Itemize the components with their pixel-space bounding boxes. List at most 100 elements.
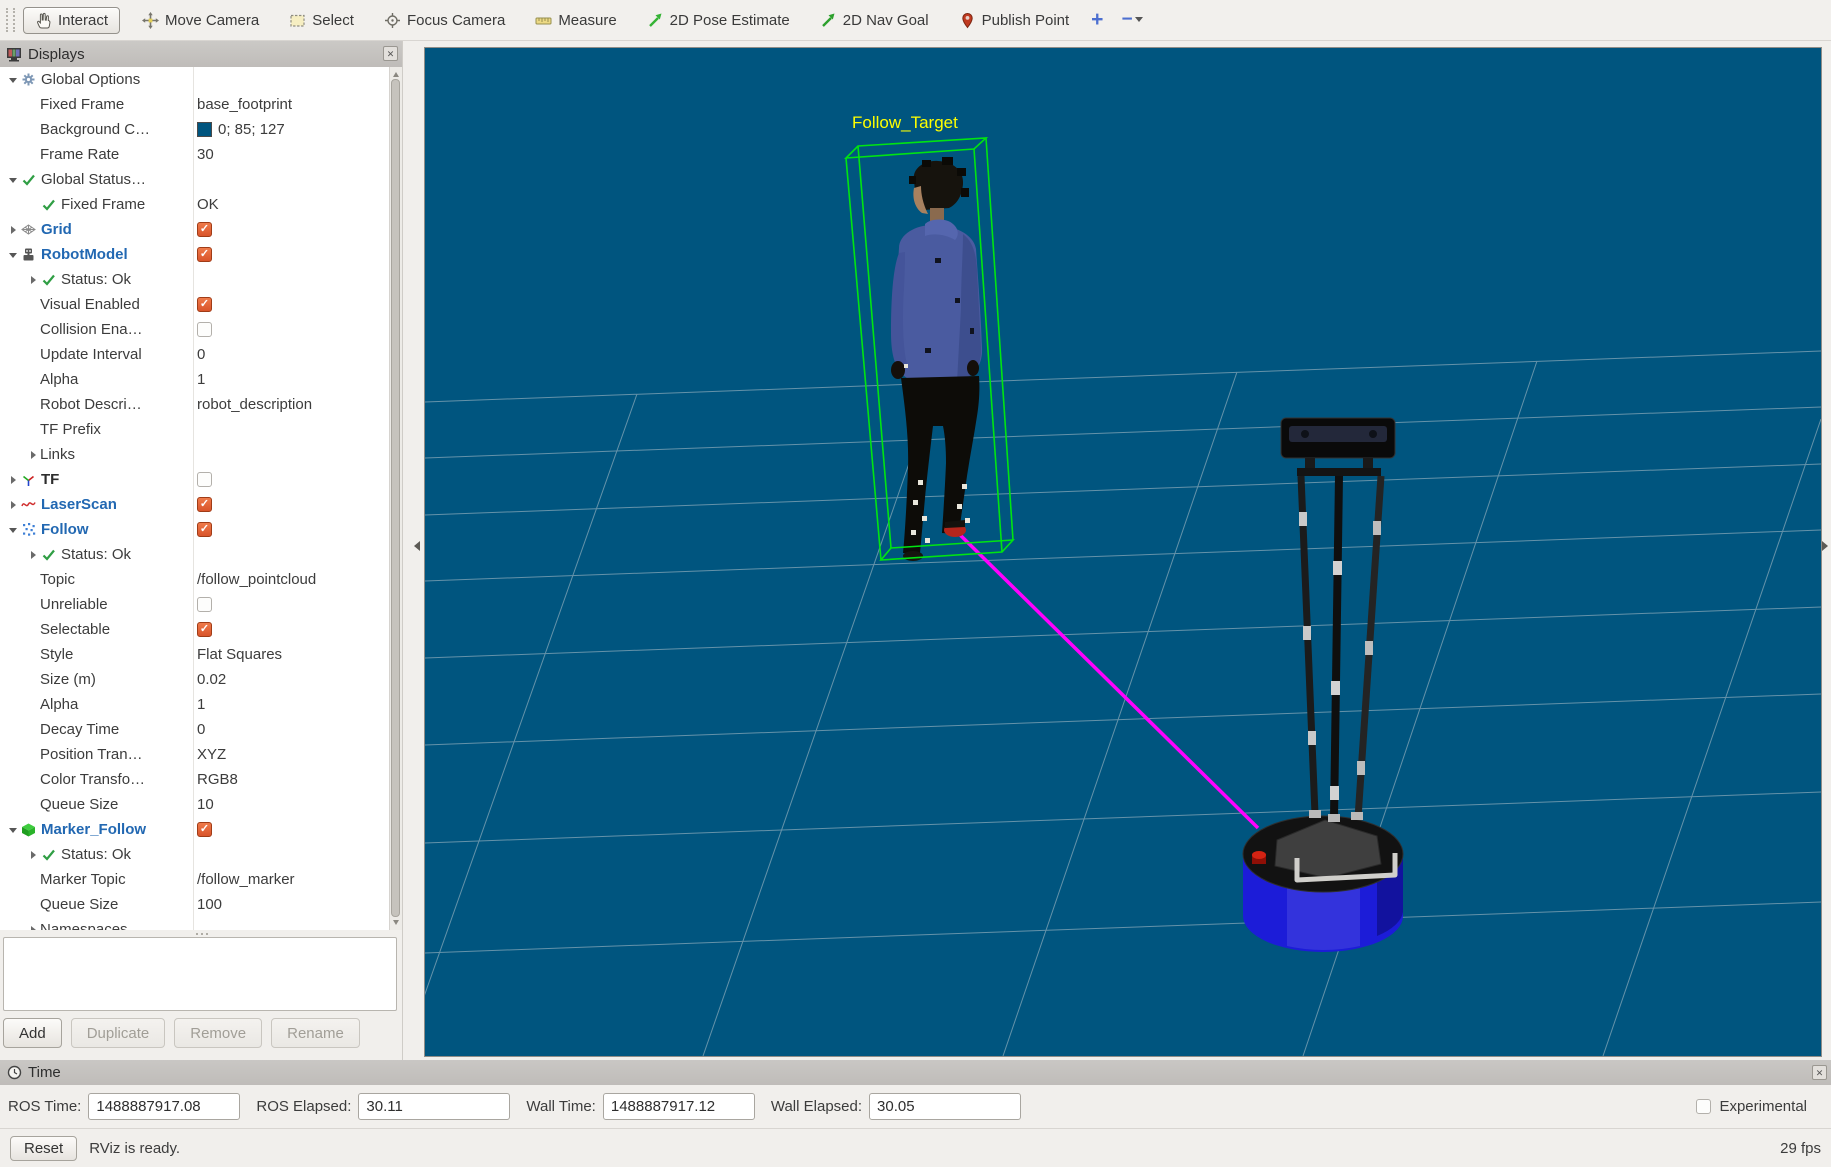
tree-row[interactable]: Queue Size 10 — [0, 792, 390, 817]
tree-row[interactable]: Marker_Follow ✓ — [0, 817, 390, 842]
property-value-cell[interactable]: ✓ — [197, 617, 390, 642]
close-icon[interactable]: ✕ — [1812, 1065, 1827, 1080]
enable-checkbox[interactable]: ✓ — [197, 622, 212, 637]
property-value-cell[interactable]: ✓ — [197, 817, 390, 842]
tool-2d-pose-estimate[interactable]: 2D Pose Estimate — [639, 8, 798, 33]
tree-row[interactable]: Alpha 1 — [0, 367, 390, 392]
expander-expanded-icon[interactable] — [6, 248, 20, 262]
reset-button[interactable]: Reset — [10, 1135, 78, 1161]
tree-row[interactable]: Fixed Frame OK — [0, 192, 390, 217]
property-value-cell[interactable]: OK — [197, 192, 390, 217]
property-value-cell[interactable] — [197, 417, 390, 442]
scroll-up-icon[interactable] — [393, 69, 399, 77]
remove-tool-button[interactable]: − — [1121, 10, 1143, 29]
tree-row[interactable]: Global Options — [0, 67, 390, 92]
property-value-cell[interactable]: 0 — [197, 342, 390, 367]
tool-select[interactable]: Select — [281, 8, 362, 33]
tool-2d-nav-goal[interactable]: 2D Nav Goal — [812, 8, 937, 33]
property-value-cell[interactable]: 30 — [197, 142, 390, 167]
property-value-cell[interactable]: /follow_marker — [197, 867, 390, 892]
enable-checkbox[interactable]: ✓ — [197, 497, 212, 512]
tree-row[interactable]: Follow ✓ — [0, 517, 390, 542]
property-value-cell[interactable]: 1 — [197, 692, 390, 717]
tool-publish-point[interactable]: Publish Point — [951, 8, 1078, 33]
tree-row[interactable]: Grid ✓ — [0, 217, 390, 242]
enable-checkbox[interactable]: ✓ — [197, 222, 212, 237]
property-value-cell[interactable]: 100 — [197, 892, 390, 917]
tree-row[interactable]: Visual Enabled ✓ — [0, 292, 390, 317]
property-value-cell[interactable]: ✓ — [197, 517, 390, 542]
property-value-cell[interactable] — [197, 167, 390, 192]
time-field-input[interactable] — [88, 1093, 241, 1120]
property-value-cell[interactable]: 0 — [197, 717, 390, 742]
property-value-cell[interactable] — [197, 917, 390, 930]
property-value-cell[interactable]: /follow_pointcloud — [197, 567, 390, 592]
time-field-input[interactable] — [602, 1093, 755, 1120]
tree-scrollbar[interactable] — [389, 67, 402, 930]
tree-row[interactable]: RobotModel ✓ — [0, 242, 390, 267]
collapse-left-arrow-icon[interactable] — [409, 541, 420, 551]
tree-row[interactable]: Frame Rate 30 — [0, 142, 390, 167]
tool-interact[interactable]: Interact — [23, 6, 121, 34]
expander-collapsed-icon[interactable] — [6, 476, 20, 484]
property-value-cell[interactable] — [197, 842, 390, 867]
property-value-cell[interactable] — [197, 267, 390, 292]
enable-checkbox[interactable] — [197, 472, 212, 487]
tree-row[interactable]: Selectable ✓ — [0, 617, 390, 642]
tree-row[interactable]: Unreliable — [0, 592, 390, 617]
right-splitter-gutter[interactable] — [1822, 47, 1831, 1055]
tree-row[interactable]: Robot Descri… robot_description — [0, 392, 390, 417]
expander-collapsed-icon[interactable] — [6, 501, 20, 509]
expander-expanded-icon[interactable] — [6, 73, 20, 87]
tree-row[interactable]: Queue Size 100 — [0, 892, 390, 917]
time-field-input[interactable] — [869, 1093, 1022, 1120]
tree-row[interactable]: Marker Topic/follow_marker — [0, 867, 390, 892]
tree-row[interactable]: Topic/follow_pointcloud — [0, 567, 390, 592]
left-splitter-gutter[interactable] — [403, 47, 424, 1055]
expander-expanded-icon[interactable] — [6, 823, 20, 837]
expander-collapsed-icon[interactable] — [26, 276, 40, 284]
tool-measure[interactable]: Measure — [527, 8, 624, 33]
tree-row[interactable]: LaserScan ✓ — [0, 492, 390, 517]
property-value-cell[interactable]: ✓ — [197, 292, 390, 317]
panel-splitter-handle[interactable] — [0, 930, 403, 937]
property-value-cell[interactable] — [197, 442, 390, 467]
property-value-cell[interactable]: ✓ — [197, 242, 390, 267]
enable-checkbox[interactable]: ✓ — [197, 297, 212, 312]
tree-row[interactable]: Color Transfo… RGB8 — [0, 767, 390, 792]
tree-row[interactable]: Style Flat Squares — [0, 642, 390, 667]
expander-collapsed-icon[interactable] — [26, 451, 40, 459]
property-value-cell[interactable] — [197, 467, 390, 492]
render-viewport[interactable]: Follow_Target — [402, 47, 1822, 1057]
property-value-cell[interactable]: XYZ — [197, 742, 390, 767]
tree-row[interactable]: Status: Ok — [0, 267, 390, 292]
enable-checkbox[interactable]: ✓ — [197, 822, 212, 837]
tree-row[interactable]: Collision Ena… — [0, 317, 390, 342]
tree-row[interactable]: Status: Ok — [0, 842, 390, 867]
property-value-cell[interactable]: ✓ — [197, 217, 390, 242]
tree-row[interactable]: Position Tran… XYZ — [0, 742, 390, 767]
property-value-cell[interactable]: RGB8 — [197, 767, 390, 792]
enable-checkbox[interactable]: ✓ — [197, 247, 212, 262]
add-button[interactable]: Add — [3, 1018, 62, 1048]
tree-row[interactable]: Status: Ok — [0, 542, 390, 567]
tree-row[interactable]: Update Interval 0 — [0, 342, 390, 367]
tool-focus-camera[interactable]: Focus Camera — [376, 8, 513, 33]
tree-row[interactable]: Decay Time 0 — [0, 717, 390, 742]
tree-row[interactable]: Global Status… — [0, 167, 390, 192]
expander-expanded-icon[interactable] — [6, 523, 20, 537]
enable-checkbox[interactable] — [197, 597, 212, 612]
collapse-right-arrow-icon[interactable] — [1822, 541, 1831, 551]
expander-expanded-icon[interactable] — [6, 173, 20, 187]
add-tool-button[interactable]: + — [1091, 9, 1103, 30]
expander-collapsed-icon[interactable] — [6, 226, 20, 234]
enable-checkbox[interactable]: ✓ — [197, 522, 212, 537]
scroll-down-icon[interactable] — [393, 920, 399, 928]
time-panel-header[interactable]: Time ✕ — [0, 1060, 1831, 1085]
expander-collapsed-icon[interactable] — [26, 551, 40, 559]
tree-row[interactable]: TF Prefix — [0, 417, 390, 442]
enable-checkbox[interactable] — [197, 322, 212, 337]
tool-move-camera[interactable]: Move Camera — [134, 8, 267, 33]
property-value-cell[interactable] — [197, 317, 390, 342]
tree-row[interactable]: TF — [0, 467, 390, 492]
